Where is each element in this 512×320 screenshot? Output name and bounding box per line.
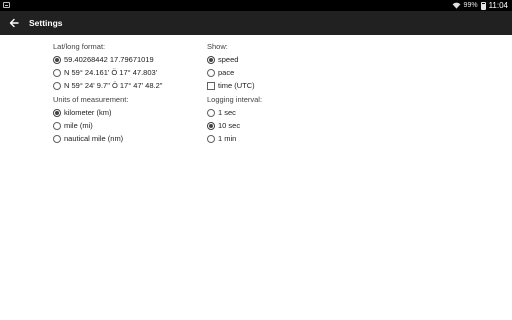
units-option-mile[interactable]: mile (mi) — [53, 119, 203, 132]
radio-button[interactable] — [207, 121, 215, 130]
option-label: kilometer (km) — [64, 108, 112, 117]
show-option-time-utc[interactable]: time (UTC) — [207, 79, 357, 92]
option-label: 10 sec — [218, 121, 241, 130]
app-bar: Settings — [0, 11, 512, 35]
latlong-option-degrees-minutes-seconds[interactable]: N 59° 24' 9.7" Ö 17° 47' 48.2" — [53, 79, 203, 92]
option-label: speed — [218, 55, 239, 64]
radio-button[interactable] — [207, 108, 215, 117]
latlong-format-label: Lat/long format: — [53, 42, 106, 51]
option-label: time (UTC) — [218, 81, 255, 90]
radio-button[interactable] — [207, 55, 215, 64]
option-label: N 59° 24.161' Ö 17° 47.803' — [64, 68, 158, 77]
radio-button[interactable] — [207, 134, 215, 143]
radio-button[interactable] — [53, 121, 61, 130]
radio-button[interactable] — [53, 55, 61, 64]
option-label: 1 min — [218, 134, 237, 143]
radio-button[interactable] — [53, 68, 61, 77]
show-option-pace[interactable]: pace — [207, 66, 357, 79]
units-group: Units of measurement: kilometer (km) mil… — [53, 94, 203, 145]
option-label: 59.40268442 17.79671019 — [64, 55, 154, 64]
logging-option-10-sec[interactable]: 10 sec — [207, 119, 357, 132]
latlong-option-decimal[interactable]: 59.40268442 17.79671019 — [53, 53, 203, 66]
units-option-nautical-mile[interactable]: nautical mile (nm) — [53, 132, 203, 145]
logging-option-1-min[interactable]: 1 min — [207, 132, 357, 145]
battery-icon — [480, 1, 486, 10]
logging-option-1-sec[interactable]: 1 sec — [207, 106, 357, 119]
units-option-km[interactable]: kilometer (km) — [53, 106, 203, 119]
option-label: mile (mi) — [64, 121, 93, 130]
settings-right-column: Show: speed pace time (UTC) Logging inte… — [207, 41, 357, 145]
option-label: N 59° 24' 9.7" Ö 17° 47' 48.2" — [64, 81, 163, 90]
status-indicators: 99% 11:04 — [452, 0, 508, 11]
checkbox[interactable] — [207, 81, 215, 90]
radio-button[interactable] — [207, 68, 215, 77]
latlong-format-group: Lat/long format: 59.40268442 17.79671019… — [53, 41, 203, 92]
show-option-speed[interactable]: speed — [207, 53, 357, 66]
show-label: Show: — [207, 42, 228, 51]
battery-percent: 99% — [463, 2, 478, 9]
status-bar: 99% 11:04 — [0, 0, 512, 11]
option-label: nautical mile (nm) — [64, 134, 124, 143]
radio-button[interactable] — [53, 108, 61, 117]
radio-button[interactable] — [53, 134, 61, 143]
radio-button[interactable] — [53, 81, 61, 90]
settings-left-column: Lat/long format: 59.40268442 17.79671019… — [53, 41, 203, 145]
option-label: 1 sec — [218, 108, 236, 117]
units-label: Units of measurement: — [53, 95, 129, 104]
show-group: Show: speed pace time (UTC) — [207, 41, 357, 92]
page-title: Settings — [29, 18, 63, 28]
logging-interval-label: Logging interval: — [207, 95, 263, 104]
wifi-icon — [452, 2, 460, 9]
arrow-back-icon[interactable] — [8, 17, 20, 29]
clock: 11:04 — [488, 1, 508, 10]
notification-icon — [3, 2, 10, 8]
option-label: pace — [218, 68, 235, 77]
logging-interval-group: Logging interval: 1 sec 10 sec 1 min — [207, 94, 357, 145]
latlong-option-degrees-minutes[interactable]: N 59° 24.161' Ö 17° 47.803' — [53, 66, 203, 79]
